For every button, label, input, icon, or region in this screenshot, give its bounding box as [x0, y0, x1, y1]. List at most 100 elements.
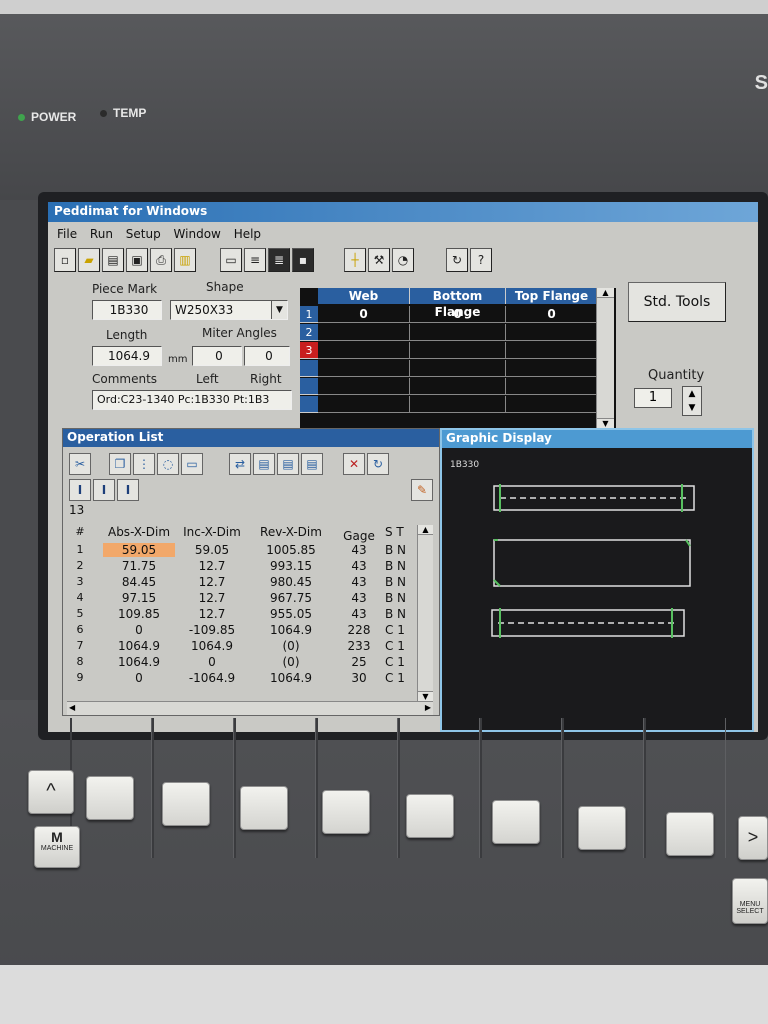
abs-x-cell[interactable]: 1064.9 — [103, 655, 175, 669]
inc-x-cell[interactable]: 12.7 — [177, 559, 247, 573]
inc-x-cell[interactable]: 1064.9 — [177, 639, 247, 653]
table-row[interactable]: 1 59.05 59.05 1005.85 43 B N — [67, 543, 419, 558]
softkey-1[interactable] — [86, 776, 134, 820]
sheet-icon-2[interactable]: ▤ — [277, 453, 299, 475]
s-cell[interactable]: B N — [385, 607, 415, 621]
brush-icon[interactable]: ✎ — [411, 479, 433, 501]
gage-cell[interactable]: 43 — [337, 607, 381, 621]
grid-cell-top-flange[interactable] — [506, 360, 598, 377]
softkey-8[interactable] — [666, 812, 714, 856]
stopwatch-icon[interactable]: ◔ — [392, 248, 414, 272]
table-row[interactable]: 8 1064.9 0 (0) 25 C 1 — [67, 655, 419, 670]
abs-x-cell[interactable]: 0 — [103, 623, 175, 637]
scroll-right-icon[interactable]: ▶ — [425, 703, 431, 712]
refresh-icon[interactable]: ↻ — [367, 453, 389, 475]
print-icon[interactable]: ⎙ — [150, 248, 172, 272]
save-icon[interactable]: ▣ — [126, 248, 148, 272]
grid-cell-bottom-flange[interactable] — [410, 396, 506, 413]
abs-x-cell[interactable]: 97.15 — [103, 591, 175, 605]
spin-down-icon[interactable]: ▼ — [683, 401, 701, 415]
menu-run[interactable]: Run — [90, 224, 113, 241]
inc-x-cell[interactable]: 12.7 — [177, 607, 247, 621]
grid-icon[interactable]: ⋮ — [133, 453, 155, 475]
menu-select-button[interactable]: MENU SELECT — [732, 878, 768, 924]
comments-field[interactable]: Ord:C23-1340 Pc:1B330 Pt:1B3 — [92, 390, 292, 410]
notes-icon[interactable]: ▥ — [174, 248, 196, 272]
quantity-field[interactable]: 1 — [634, 388, 672, 408]
miter-left-field[interactable]: 0 — [192, 346, 242, 366]
rev-x-cell[interactable]: 955.05 — [249, 607, 333, 621]
spin-up-icon[interactable]: ▲ — [683, 387, 701, 401]
inc-x-cell[interactable]: 12.7 — [177, 591, 247, 605]
table-row[interactable]: 3 84.45 12.7 980.45 43 B N — [67, 575, 419, 590]
s-cell[interactable]: B N — [385, 559, 415, 573]
grid-cell-top-flange[interactable] — [506, 342, 598, 359]
std-tools-button[interactable]: Std. Tools — [628, 282, 726, 322]
grid-cell-web[interactable] — [318, 378, 410, 395]
grid-cell-bottom-flange[interactable]: 0 — [410, 306, 506, 323]
grid-cell-bottom-flange[interactable] — [410, 378, 506, 395]
recall-up-button[interactable]: ^ — [28, 770, 74, 814]
operation-list-vscrollbar[interactable]: ▲ ▼ — [417, 525, 433, 701]
inc-x-cell[interactable]: 59.05 — [177, 543, 247, 557]
circle-select-icon[interactable]: ◌ — [157, 453, 179, 475]
abs-x-cell[interactable]: 71.75 — [103, 559, 175, 573]
list-view-icon[interactable]: ≡ — [244, 248, 266, 272]
measure-tool-icon[interactable]: ┼ — [344, 248, 366, 272]
rev-x-cell[interactable]: 1005.85 — [249, 543, 333, 557]
form-view-icon[interactable]: ▭ — [220, 248, 242, 272]
scroll-down-icon[interactable]: ▼ — [418, 691, 433, 701]
rectangle-icon[interactable]: ▭ — [181, 453, 203, 475]
grid-cell-web[interactable] — [318, 360, 410, 377]
flange-grid-scrollbar[interactable]: ▲ ▼ — [596, 288, 614, 428]
i-beam-icon-2[interactable]: I — [93, 479, 115, 501]
grid-cell-top-flange[interactable]: 0 — [506, 306, 598, 323]
context-help-icon[interactable]: ? — [470, 248, 492, 272]
grid-cell-bottom-flange[interactable] — [410, 342, 506, 359]
abs-x-cell[interactable]: 84.45 — [103, 575, 175, 589]
gage-cell[interactable]: 30 — [337, 671, 381, 685]
grid-cell-top-flange[interactable] — [506, 378, 598, 395]
i-beam-icon-1[interactable]: I — [69, 479, 91, 501]
softkey-2[interactable] — [162, 782, 210, 826]
next-page-button[interactable]: > — [738, 816, 768, 860]
grid-cell-web[interactable] — [318, 324, 410, 341]
disk-icon[interactable]: ▪ — [292, 248, 314, 272]
miter-right-field[interactable]: 0 — [244, 346, 290, 366]
sheet-icon-3[interactable]: ▤ — [301, 453, 323, 475]
rev-x-cell[interactable]: (0) — [249, 655, 333, 669]
rev-x-cell[interactable]: 980.45 — [249, 575, 333, 589]
shape-select[interactable]: W250X33 ▼ — [170, 300, 288, 320]
s-cell[interactable]: C 1 — [385, 655, 415, 669]
swap-icon[interactable]: ⇄ — [229, 453, 251, 475]
scroll-down-icon[interactable]: ▼ — [597, 418, 614, 428]
abs-x-cell[interactable]: 59.05 — [103, 543, 175, 557]
grid-cell-bottom-flange[interactable] — [410, 324, 506, 341]
table-row[interactable]: 5 109.85 12.7 955.05 43 B N — [67, 607, 419, 622]
softkey-4[interactable] — [322, 790, 370, 834]
grid-row-number[interactable]: 2 — [300, 324, 318, 341]
grid-cell-web[interactable] — [318, 342, 410, 359]
menu-file[interactable]: File — [57, 224, 77, 241]
rev-x-cell[interactable]: 967.75 — [249, 591, 333, 605]
softkey-7[interactable] — [578, 806, 626, 850]
abs-x-cell[interactable]: 0 — [103, 671, 175, 685]
softkey-6[interactable] — [492, 800, 540, 844]
new-file-icon[interactable]: ▫ — [54, 248, 76, 272]
gage-cell[interactable]: 228 — [337, 623, 381, 637]
refresh-icon[interactable]: ↻ — [446, 248, 468, 272]
s-cell[interactable]: B N — [385, 591, 415, 605]
table-row[interactable]: 9 0 -1064.9 1064.9 30 C 1 — [67, 671, 419, 686]
scroll-left-icon[interactable]: ◀ — [69, 703, 75, 712]
grid-row-number[interactable] — [300, 378, 318, 395]
softkey-5[interactable] — [406, 794, 454, 838]
grid-cell-top-flange[interactable] — [506, 324, 598, 341]
grid-cell-web[interactable] — [318, 396, 410, 413]
grid-row-number[interactable]: 1 — [300, 306, 318, 323]
wrench-icon[interactable]: ⚒ — [368, 248, 390, 272]
menu-window[interactable]: Window — [174, 224, 221, 241]
s-cell[interactable]: C 1 — [385, 671, 415, 685]
grid-row-number[interactable] — [300, 360, 318, 377]
grid-row-number[interactable] — [300, 396, 318, 413]
nxtv-icon[interactable]: ▤ — [102, 248, 124, 272]
